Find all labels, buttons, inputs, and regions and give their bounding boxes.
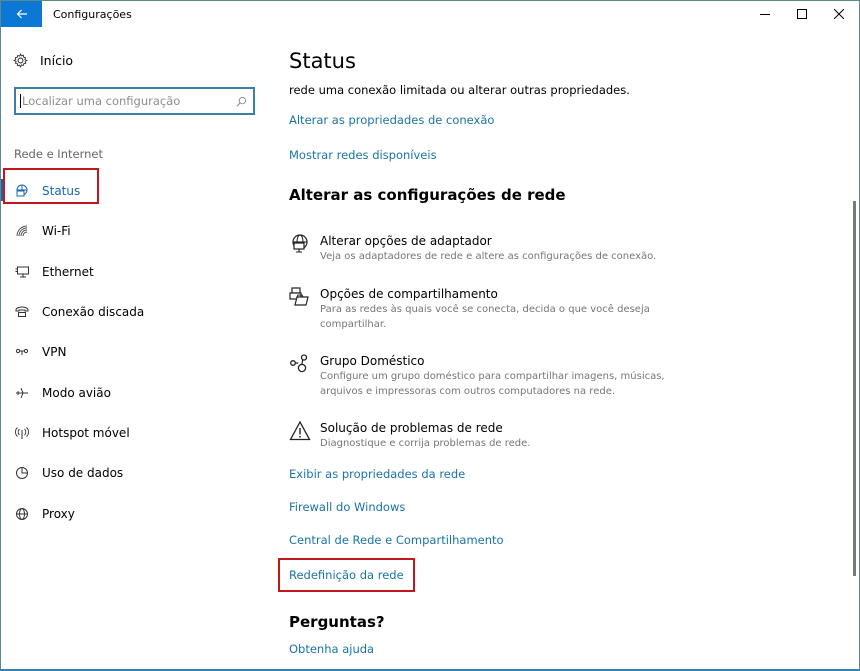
maximize-button[interactable] [785, 1, 819, 27]
home-label: Início [40, 53, 74, 68]
network-reset-link[interactable]: Redefinição da rede [289, 568, 404, 582]
option-desc: Para as redes às quais você se conecta, … [320, 304, 650, 330]
data-usage-icon [16, 467, 28, 480]
sidebar-item-vpn[interactable]: VPN [1, 332, 269, 372]
option-title: Opções de compartilhamento [320, 287, 498, 301]
proxy-label: Proxy [42, 506, 75, 521]
back-button[interactable] [1, 1, 42, 27]
airplane-icon [16, 387, 28, 398]
gear-icon [13, 53, 28, 68]
search-box[interactable] [14, 87, 255, 115]
wifi-icon [16, 225, 28, 237]
option-desc: Veja os adaptadores de rede e altere as … [320, 251, 657, 262]
vpn-label: VPN [42, 345, 67, 360]
window-title: Configurações [53, 8, 132, 21]
sidebar-item-proxy[interactable]: Proxy [1, 493, 269, 533]
show-available-networks-link[interactable]: Mostrar redes disponíveis [289, 148, 437, 162]
questions-heading: Perguntas? [289, 613, 385, 631]
option-homegroup[interactable]: Grupo Doméstico Configure um grupo domés… [289, 353, 829, 399]
warning-icon [289, 420, 311, 441]
close-button[interactable] [822, 1, 856, 27]
get-help-link[interactable]: Obtenha ajuda [289, 642, 374, 656]
sidebar-item-airplane[interactable]: Modo avião [1, 372, 269, 412]
vpn-icon [15, 349, 29, 356]
sidebar-item-ethernet[interactable]: Ethernet [1, 252, 269, 292]
option-troubleshoot[interactable]: Solução de problemas de rede Diagnostiqu… [289, 420, 829, 451]
sidebar-item-dialup[interactable]: Conexão discada [1, 292, 269, 332]
minimize-button[interactable] [748, 1, 782, 27]
dialup-label: Conexão discada [42, 305, 145, 320]
network-sharing-center-link[interactable]: Central de Rede e Compartilhamento [289, 533, 504, 547]
airplane-label: Modo avião [42, 385, 111, 400]
section-label: Rede e Internet [14, 147, 103, 161]
sidebar-item-status[interactable]: Status [1, 171, 269, 211]
homegroup-icon [290, 354, 308, 373]
option-title: Alterar opções de adaptador [320, 234, 492, 248]
maximize-icon [797, 9, 807, 19]
option-desc: Configure um grupo doméstico para compar… [320, 371, 665, 397]
nav-list: Status Wi-Fi Ethernet Conexão discada VP… [1, 171, 269, 534]
sidebar-item-home[interactable]: Início [13, 53, 73, 68]
back-arrow-icon [16, 9, 27, 19]
search-icon[interactable] [236, 96, 247, 107]
title-bar: Configurações [1, 1, 859, 29]
sidebar: Início Rede e Internet Status Wi-Fi Ethe… [1, 29, 269, 670]
status-label: Status [42, 184, 81, 199]
ethernet-icon [15, 266, 29, 278]
section-heading: Alterar as configurações de rede [289, 186, 566, 204]
search-input[interactable] [20, 94, 236, 108]
status-icon [16, 184, 28, 197]
close-icon [834, 9, 844, 19]
proxy-globe-icon [16, 507, 28, 520]
option-adapter[interactable]: Alterar opções de adaptador Veja os adap… [289, 233, 829, 264]
option-title: Solução de problemas de rede [320, 421, 503, 435]
sharing-icon [289, 287, 309, 306]
option-desc: Diagnostique e corrija problemas de rede… [320, 438, 531, 449]
adapter-globe-icon [292, 234, 308, 253]
hotspot-icon [15, 427, 29, 439]
change-connection-properties-link[interactable]: Alterar as propriedades de conexão [289, 113, 494, 127]
option-sharing[interactable]: Opções de compartilhamento Para as redes… [289, 286, 829, 332]
sidebar-item-hotspot[interactable]: Hotspot móvel [1, 413, 269, 453]
option-title: Grupo Doméstico [320, 354, 425, 368]
dialup-icon [15, 306, 29, 318]
windows-firewall-link[interactable]: Firewall do Windows [289, 500, 405, 514]
sidebar-item-data-usage[interactable]: Uso de dados [1, 453, 269, 493]
page-title: Status [289, 49, 356, 73]
ethernet-label: Ethernet [42, 264, 94, 279]
settings-window: Configurações Início Rede e Internet [0, 0, 860, 671]
data-usage-label: Uso de dados [42, 466, 124, 481]
sidebar-item-wifi[interactable]: Wi-Fi [1, 211, 269, 251]
scrollbar-thumb[interactable] [853, 201, 856, 576]
network-properties-link[interactable]: Exibir as propriedades da rede [289, 467, 465, 481]
intro-text: rede uma conexão limitada ou alterar out… [289, 83, 630, 97]
minimize-icon [760, 14, 770, 15]
hotspot-label: Hotspot móvel [42, 425, 130, 440]
main-content: Status rede uma conexão limitada ou alte… [289, 29, 829, 670]
wifi-label: Wi-Fi [42, 224, 71, 239]
